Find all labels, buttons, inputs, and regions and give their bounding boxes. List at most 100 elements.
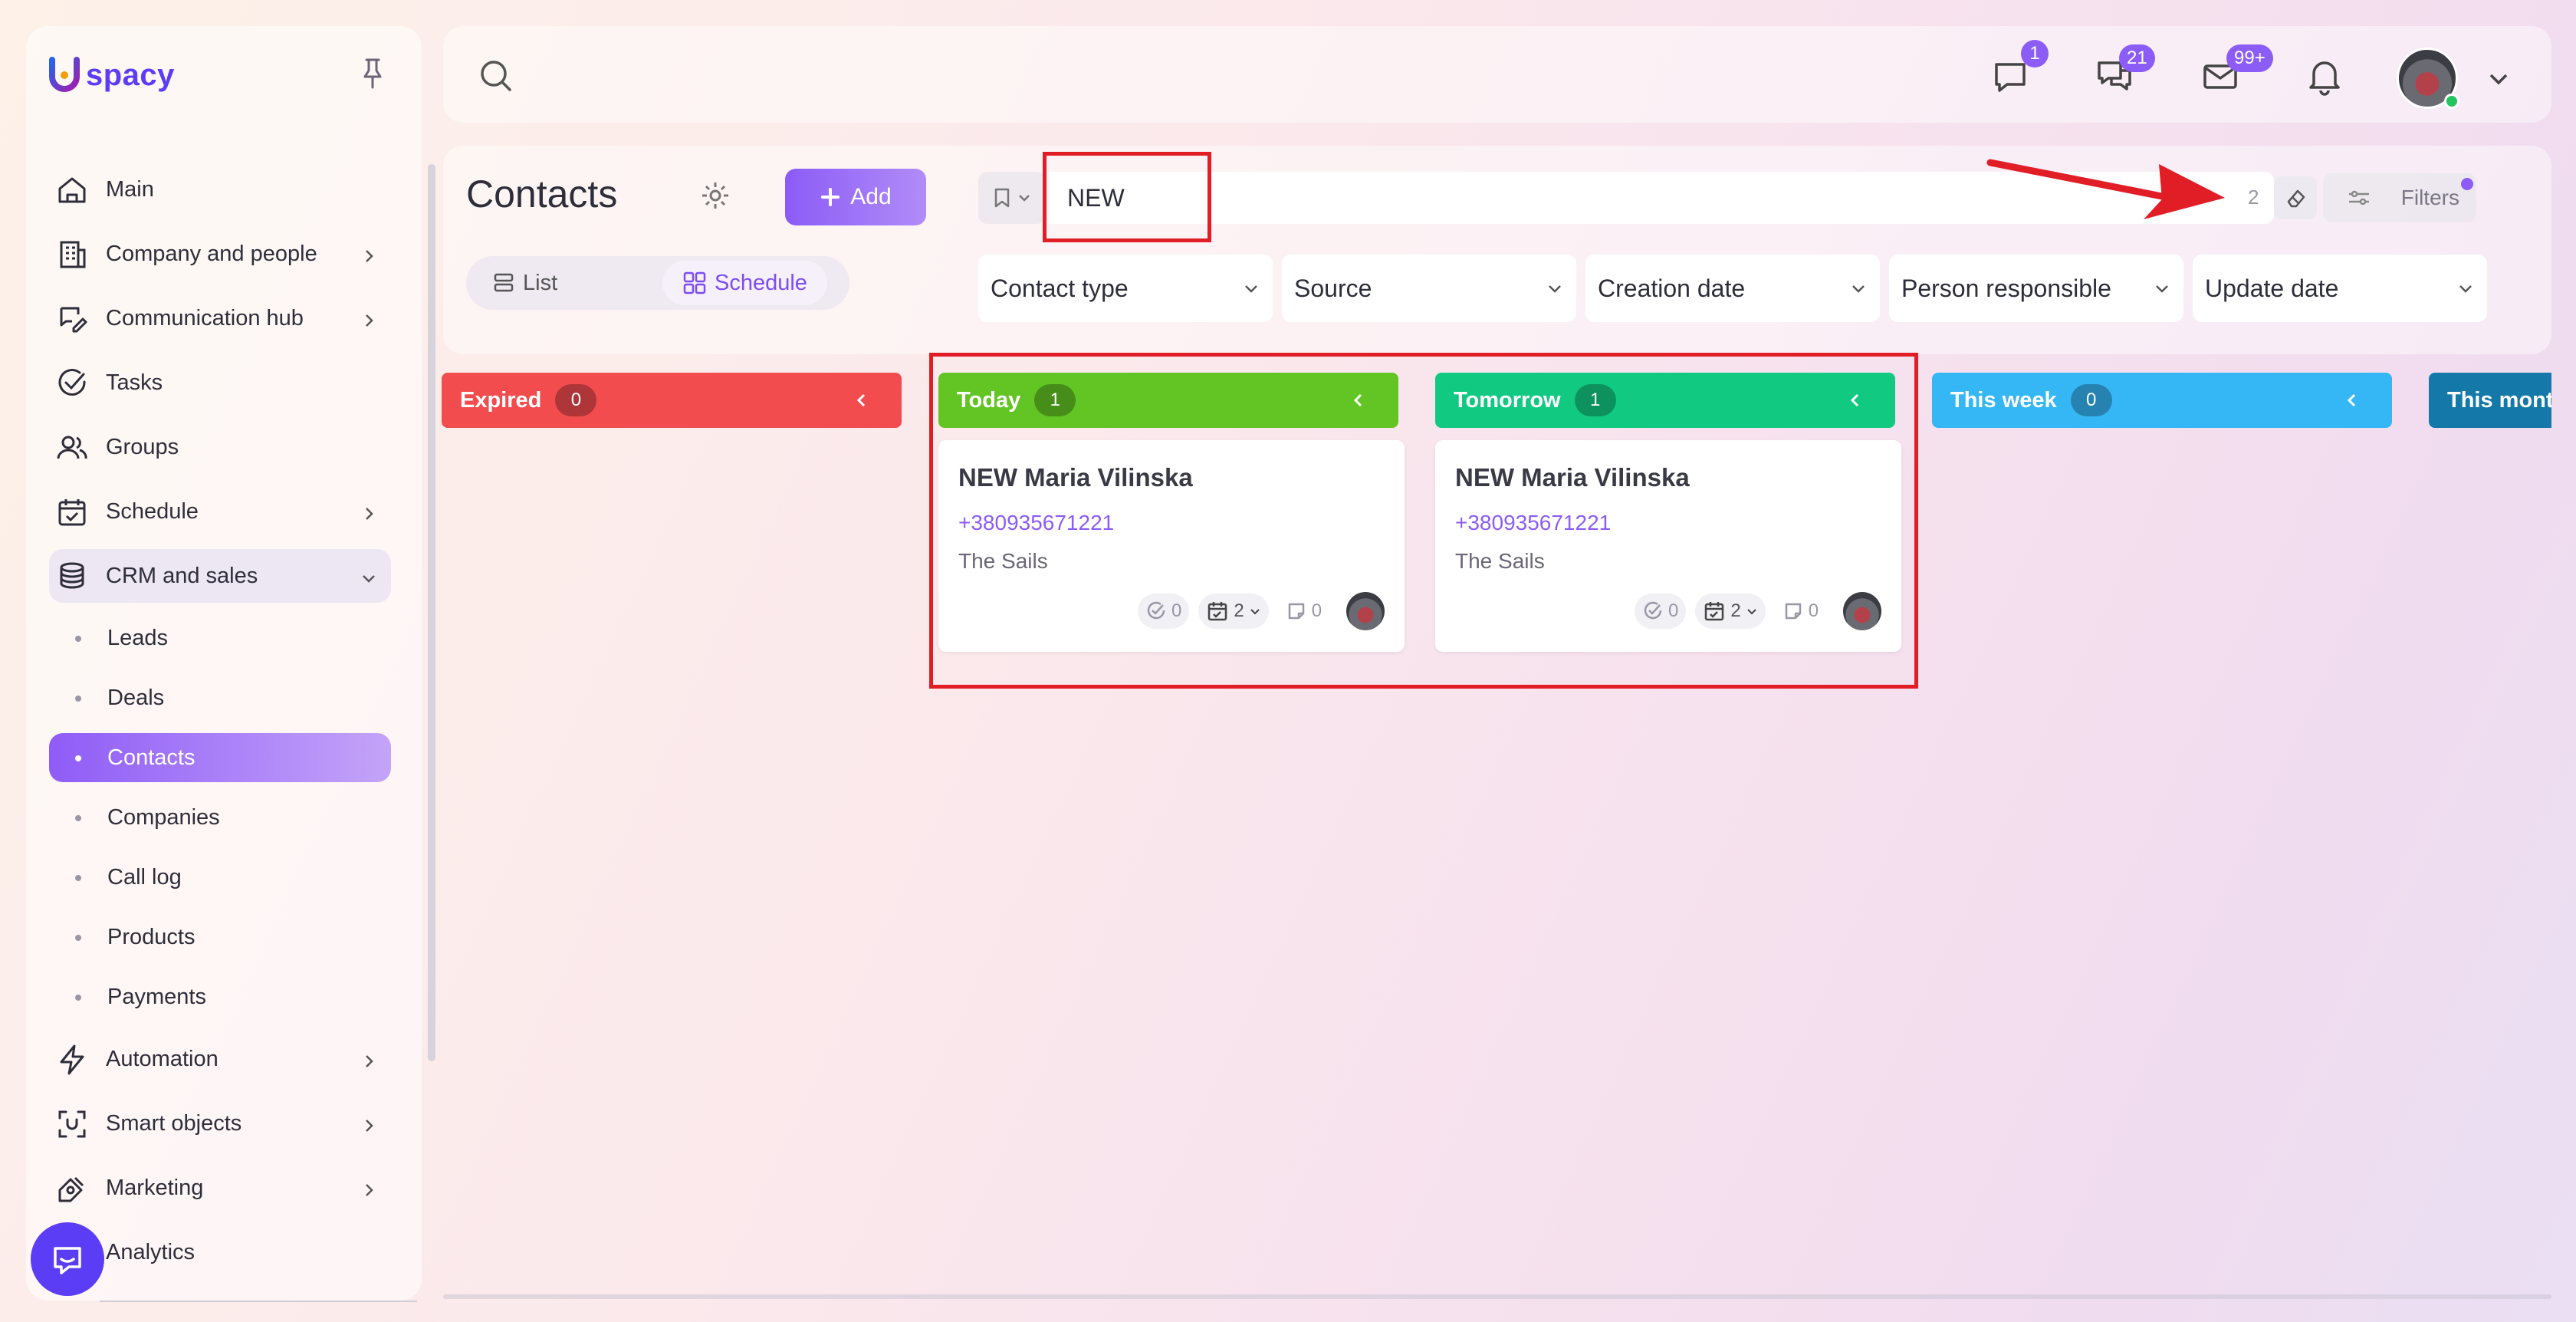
pin-icon[interactable] (357, 57, 388, 90)
chevron-left-icon[interactable] (853, 391, 871, 409)
list-icon (494, 273, 514, 292)
online-status-dot (2444, 94, 2459, 109)
clear-search-button[interactable] (2274, 176, 2317, 219)
chevron-down-icon (1549, 285, 1561, 293)
sidebar-item-groups[interactable]: Groups (49, 420, 391, 474)
add-button[interactable]: Add (785, 169, 926, 225)
sidebar-item-smart-objects[interactable]: Smart objects (49, 1097, 391, 1150)
building-icon (55, 238, 89, 271)
filters-active-dot (2461, 178, 2473, 190)
megaphone-icon (55, 1172, 89, 1205)
bell-icon[interactable] (2305, 57, 2344, 97)
sidebar-item-label: Automation (106, 1046, 219, 1071)
sidebar-subitem-contacts[interactable]: Contacts (49, 733, 391, 782)
sidebar-subitem-deals[interactable]: Deals (49, 673, 391, 722)
sidebar-item-label: Analytics (106, 1239, 196, 1264)
search-icon[interactable] (477, 57, 515, 95)
check-circle-icon (55, 367, 89, 400)
view-schedule-label: Schedule (715, 270, 807, 295)
horizontal-scrollbar[interactable] (443, 1294, 2551, 1299)
add-button-label: Add (850, 184, 892, 209)
chat-edit-icon (55, 302, 89, 336)
view-schedule-button[interactable]: Schedule (662, 261, 827, 305)
filter-label: Creation date (1598, 274, 1746, 302)
sidebar-item-crm-and-sales[interactable]: CRM and sales (49, 549, 391, 603)
sidebar-item-tasks[interactable]: Tasks (49, 356, 391, 409)
sidebar-subitem-label: Deals (107, 685, 165, 710)
sidebar-nav: Main Company and people Communication hu… (49, 163, 391, 1290)
sidebar-scrollbar[interactable] (428, 164, 435, 1061)
sidebar-item-label: Company and people (106, 241, 317, 266)
filters-button[interactable]: Filters (2323, 173, 2476, 222)
sidebar-subitem-companies[interactable]: Companies (49, 793, 391, 842)
logo-text: spacy (86, 58, 175, 92)
filter-update-date[interactable]: Update date (2193, 255, 2487, 322)
sidebar-item-schedule[interactable]: Schedule (49, 485, 391, 538)
column-header-expired[interactable]: Expired 0 (442, 373, 902, 428)
sidebar-item-label: Main (106, 176, 154, 202)
top-bar: 1 21 99+ (443, 26, 2551, 123)
view-list-label: List (523, 270, 558, 295)
sidebar-subitem-label: Products (107, 924, 196, 949)
sidebar-item-marketing[interactable]: Marketing (49, 1161, 391, 1215)
sidebar-item-automation[interactable]: Automation (49, 1032, 391, 1086)
sidebar-subitem-label: Call log (107, 864, 182, 890)
bullet-dot (75, 815, 81, 821)
bullet-dot (75, 875, 81, 881)
home-icon (55, 173, 89, 207)
view-toggle: List Schedule (466, 256, 849, 310)
plus-icon (821, 188, 840, 206)
support-chat-button[interactable] (31, 1222, 104, 1296)
sidebar-subitem-leads[interactable]: Leads (49, 613, 391, 663)
filter-person-responsible[interactable]: Person responsible (1889, 255, 2183, 322)
search-highlight-box (1043, 152, 1211, 242)
view-list-button[interactable]: List (472, 261, 577, 305)
column-count: 0 (555, 384, 597, 416)
filter-creation-date[interactable]: Creation date (1585, 255, 1880, 322)
sidebar-item-main[interactable]: Main (49, 163, 391, 216)
messages-badge: 1 (2021, 40, 2049, 67)
filter-contact-type[interactable]: Contact type (978, 255, 1273, 322)
filter-source[interactable]: Source (1282, 255, 1576, 322)
chats-badge: 21 (2119, 44, 2155, 72)
sidebar-subitem-label: Payments (107, 984, 206, 1009)
chevron-down-icon (1019, 195, 1030, 202)
chevron-right-icon (360, 310, 377, 327)
bullet-dot (75, 636, 81, 642)
chevron-down-icon[interactable] (2487, 67, 2510, 90)
sidebar-divider (100, 1301, 417, 1302)
sidebar-subitem-payments[interactable]: Payments (49, 972, 391, 1021)
mail-badge: 99+ (2226, 44, 2273, 72)
chevron-right-icon (360, 503, 377, 520)
sidebar-item-communication-hub[interactable]: Communication hub (49, 291, 391, 345)
column-header-this-week[interactable]: This week 0 (1932, 373, 2392, 428)
sidebar-item-company-and-people[interactable]: Company and people (49, 227, 391, 281)
sidebar-item-label: Communication hub (106, 305, 304, 330)
chevron-down-icon (360, 567, 377, 584)
eraser-icon (2287, 189, 2305, 208)
column-header-this-month[interactable]: This mont (2429, 373, 2551, 428)
filter-label: Contact type (991, 274, 1129, 302)
lightning-icon (55, 1043, 89, 1077)
sidebar-subitem-products[interactable]: Products (49, 913, 391, 962)
sidebar-item-label: CRM and sales (106, 563, 258, 588)
logo[interactable]: spacy (48, 57, 175, 94)
column-title: Expired (460, 387, 542, 413)
filter-label: Source (1294, 274, 1372, 302)
sidebar-item-label: Schedule (106, 498, 199, 524)
chevron-left-icon[interactable] (2343, 391, 2361, 409)
filter-label: Person responsible (1901, 274, 2111, 302)
chevron-right-icon (360, 245, 377, 262)
sidebar-subitem-call-log[interactable]: Call log (49, 853, 391, 902)
sidebar-subitem-label: Contacts (107, 745, 196, 770)
sidebar-subitem-label: Companies (107, 804, 220, 830)
chevron-down-icon (1852, 285, 1865, 293)
sidebar-subitem-label: Leads (107, 625, 169, 650)
sidebar: spacy Main Company and people Communicat… (26, 26, 435, 1302)
gear-icon[interactable] (699, 179, 731, 212)
chat-bubble-icon (54, 1247, 81, 1274)
sliders-icon (2348, 190, 2369, 206)
grid-icon (683, 271, 706, 294)
chevron-right-icon (360, 1051, 377, 1067)
saved-filters-button[interactable] (978, 172, 1046, 224)
